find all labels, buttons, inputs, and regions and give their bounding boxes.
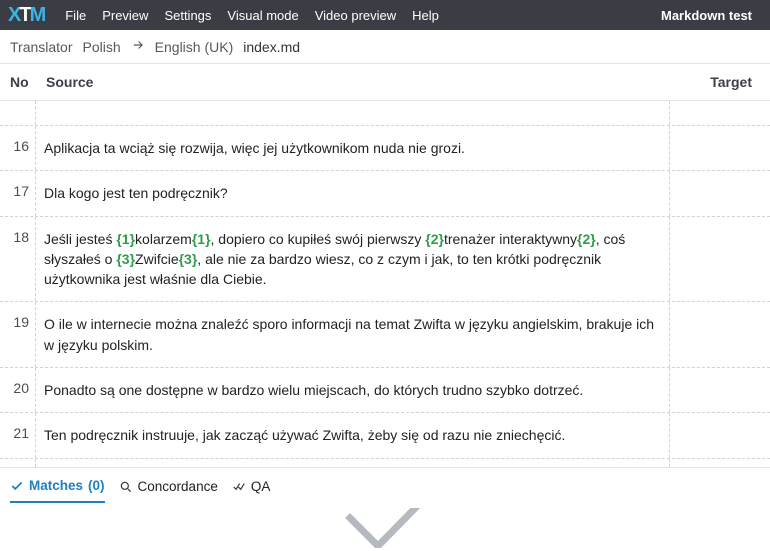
- large-check-icon: [340, 508, 430, 551]
- segment-number: 17: [0, 171, 36, 215]
- tab-concordance-label: Concordance: [138, 479, 218, 494]
- segment-target[interactable]: [670, 413, 770, 457]
- bottom-tabs: Matches (0) Concordance QA: [0, 467, 770, 503]
- file-name[interactable]: index.md: [243, 39, 300, 55]
- segment-number: 22: [0, 459, 36, 467]
- inline-tag[interactable]: {2}: [425, 231, 444, 247]
- tab-concordance[interactable]: Concordance: [119, 479, 218, 502]
- inline-tag[interactable]: {3}: [116, 251, 135, 267]
- menubar: XTM File Preview Settings Visual mode Vi…: [0, 0, 770, 30]
- segment-target[interactable]: [670, 171, 770, 215]
- source-language[interactable]: Polish: [83, 39, 121, 55]
- menu-settings[interactable]: Settings: [156, 8, 219, 23]
- target-language[interactable]: English (UK): [155, 39, 234, 55]
- segment-source[interactable]: Ponadto są one dostępne w bardzo wielu m…: [36, 368, 670, 412]
- segment-number: 16: [0, 126, 36, 170]
- segment-row: 22Zawiera solidną dawkę wiedzy w pigułce…: [0, 459, 770, 467]
- segment-target[interactable]: [670, 459, 770, 467]
- segment-target[interactable]: [670, 302, 770, 367]
- segment-number: 18: [0, 217, 36, 302]
- context-bar: Translator Polish English (UK) index.md: [0, 30, 770, 64]
- segment-source[interactable]: Aplikacja ta wciąż się rozwija, więc jej…: [36, 126, 670, 170]
- project-name: Markdown test: [661, 8, 762, 23]
- segment-row: 20Ponadto są one dostępne w bardzo wielu…: [0, 368, 770, 413]
- segment-number: 21: [0, 413, 36, 457]
- arrow-right-icon: [131, 38, 145, 55]
- app-logo: XTM: [8, 4, 45, 27]
- tab-qa-label: QA: [251, 479, 271, 494]
- segment-list: 16Aplikacja ta wciąż się rozwija, więc j…: [0, 101, 770, 467]
- inline-tag[interactable]: {3}: [179, 251, 198, 267]
- tab-matches[interactable]: Matches (0): [10, 478, 105, 503]
- menu-help[interactable]: Help: [404, 8, 447, 23]
- segment-source[interactable]: [36, 101, 670, 125]
- segment-source[interactable]: Zawiera solidną dawkę wiedzy w pigułce i…: [36, 459, 670, 467]
- tab-matches-label: Matches: [29, 478, 83, 493]
- col-header-target: Target: [660, 74, 760, 90]
- segment-row: 18Jeśli jesteś {1}kolarzem{1}, dopiero c…: [0, 217, 770, 303]
- menu-preview[interactable]: Preview: [94, 8, 156, 23]
- menu-video-preview[interactable]: Video preview: [307, 8, 404, 23]
- role-label: Translator: [10, 39, 73, 55]
- segment-source[interactable]: Jeśli jesteś {1}kolarzem{1}, dopiero co …: [36, 217, 670, 302]
- inline-tag[interactable]: {2}: [577, 231, 596, 247]
- menu-visual-mode[interactable]: Visual mode: [219, 8, 306, 23]
- segment-number: 19: [0, 302, 36, 367]
- segment-target[interactable]: [670, 368, 770, 412]
- segment-target[interactable]: [670, 101, 770, 125]
- segment-target[interactable]: [670, 217, 770, 302]
- segment-row: 16Aplikacja ta wciąż się rozwija, więc j…: [0, 126, 770, 171]
- segment-number: 20: [0, 368, 36, 412]
- menu-file[interactable]: File: [57, 8, 94, 23]
- tab-qa[interactable]: QA: [232, 479, 271, 502]
- segment-target[interactable]: [670, 126, 770, 170]
- segment-source[interactable]: O ile w internecie można znaleźć sporo i…: [36, 302, 670, 367]
- segment-row: 21Ten podręcznik instruuje, jak zacząć u…: [0, 413, 770, 458]
- segment-source[interactable]: Dla kogo jest ten podręcznik?: [36, 171, 670, 215]
- segment-row: 17Dla kogo jest ten podręcznik?: [0, 171, 770, 216]
- inline-tag[interactable]: {1}: [116, 231, 135, 247]
- col-header-no: No: [10, 74, 46, 90]
- column-header: No Source Target: [0, 64, 770, 101]
- segment-row: 19O ile w internecie można znaleźć sporo…: [0, 302, 770, 368]
- segment-number: [0, 101, 36, 125]
- tab-matches-count: (0): [88, 478, 105, 493]
- col-header-source: Source: [46, 74, 660, 90]
- segment-source[interactable]: Ten podręcznik instruuje, jak zacząć uży…: [36, 413, 670, 457]
- inline-tag[interactable]: {1}: [192, 231, 211, 247]
